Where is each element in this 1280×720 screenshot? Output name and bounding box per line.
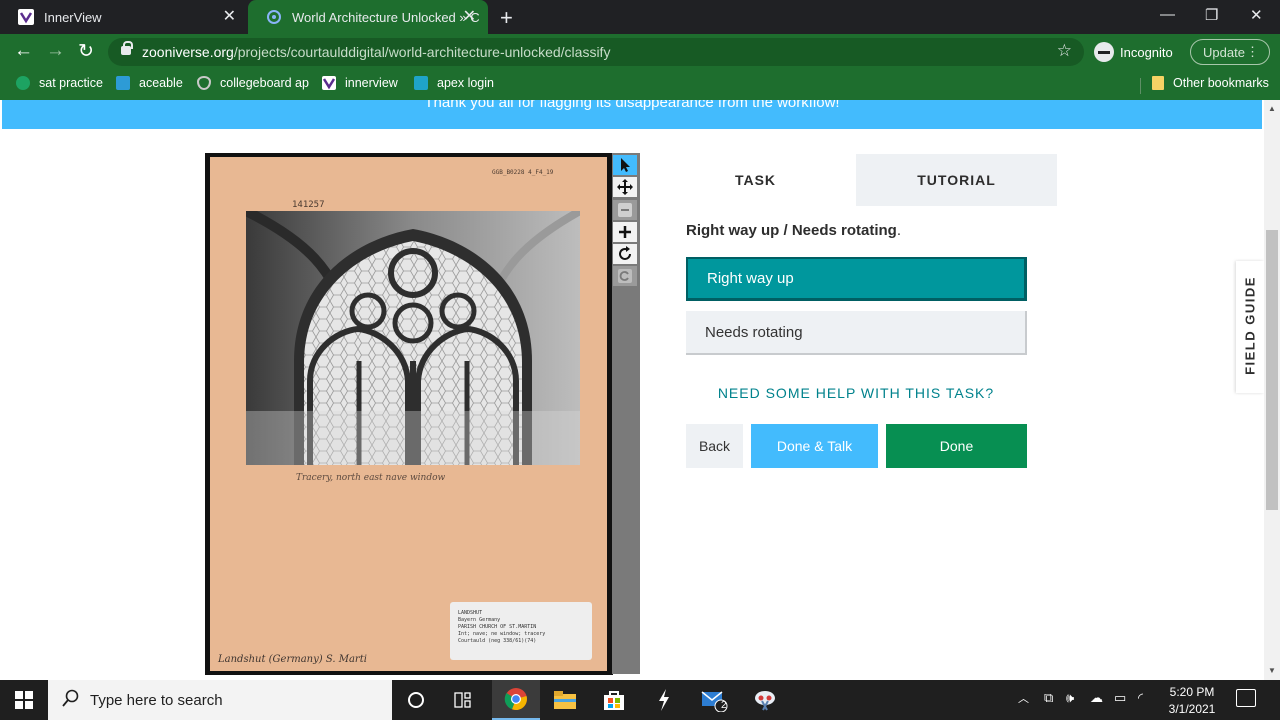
bookmark-sat-practice[interactable]: sat practice: [16, 76, 103, 90]
task-view-icon[interactable]: [440, 680, 488, 720]
winamp-lightning-icon[interactable]: [640, 680, 688, 720]
cortana-icon[interactable]: [392, 680, 440, 720]
onedrive-icon[interactable]: ☁: [1090, 690, 1103, 706]
battery-icon[interactable]: ▭: [1114, 690, 1126, 706]
wifi-icon[interactable]: ◜: [1138, 690, 1143, 706]
card-reference-number: GGB_B0228 4_F4_19: [492, 169, 554, 176]
zoom-out-icon[interactable]: [613, 200, 637, 220]
subject-image-card: GGB_B0228 4_F4_19 141257 Tracery, north …: [210, 157, 607, 671]
volume-icon[interactable]: 🕪: [1066, 690, 1074, 706]
archive-label: LANDSHUT Bayern Germany PARISH CHURCH OF…: [450, 602, 592, 660]
classifier-task-panel: TASK TUTORIAL Right way up / Needs rotat…: [655, 154, 1057, 680]
browser-tab-strip: InnerView ✕ World Architecture Unlocked …: [0, 0, 1280, 34]
tab-task[interactable]: TASK: [655, 154, 856, 206]
close-tab-icon[interactable]: ✕: [463, 8, 476, 26]
page-scrollbar[interactable]: ▲ ▼: [1264, 100, 1280, 680]
zooniverse-icon: [266, 9, 282, 25]
windows-start-icon[interactable]: [0, 680, 48, 720]
bookmark-collegeboard-ap[interactable]: collegeboard ap: [197, 76, 309, 90]
bookmark-star-icon[interactable]: ☆: [1057, 41, 1072, 61]
restore-icon[interactable]: ❐: [1205, 6, 1218, 24]
meet-now-icon[interactable]: ⧉: [1044, 690, 1053, 706]
task-tabs: TASK TUTORIAL: [655, 154, 1057, 206]
forward-arrow-icon[interactable]: →: [46, 40, 65, 62]
bookmark-aceable[interactable]: aceable: [116, 76, 183, 90]
file-explorer-icon[interactable]: [541, 680, 589, 720]
zoom-in-icon[interactable]: [613, 222, 637, 242]
bookmark-separator: [1140, 78, 1141, 94]
windows-taskbar: Type here to search 2 ︿ ⧉ 🕪 ☁ ▭ ◜ 5:20 P…: [0, 680, 1280, 720]
incognito-icon: [1094, 42, 1114, 62]
tab-world-architecture-unlocked[interactable]: World Architecture Unlocked » C ✕: [248, 0, 488, 34]
bookmark-apex-login[interactable]: apex login: [414, 76, 494, 90]
card-photo-number: 141257: [292, 200, 325, 210]
apex-icon: [414, 76, 428, 90]
update-button[interactable]: Update ⋮: [1190, 39, 1270, 65]
back-arrow-icon[interactable]: ←: [14, 40, 33, 62]
answer-right-way-up[interactable]: Right way up: [686, 257, 1027, 301]
browser-toolbar: ← → ↻ zooniverse.org/projects/courtauldd…: [0, 34, 1280, 70]
page-content: Thank you all for flagging its disappear…: [0, 100, 1280, 680]
tab-innerview[interactable]: InnerView ✕: [0, 0, 248, 34]
address-bar[interactable]: zooniverse.org/projects/courtaulddigital…: [108, 38, 1084, 66]
handwritten-location: Landshut (Germany) S. Marti: [218, 654, 367, 665]
search-icon: [62, 689, 80, 711]
menu-dots-icon: ⋮: [1246, 44, 1259, 59]
image-toolbar: [612, 153, 640, 674]
done-and-talk-button[interactable]: Done & Talk: [751, 424, 878, 468]
close-tab-icon[interactable]: ✕: [223, 8, 236, 26]
tab-title: World Architecture Unlocked » C: [292, 9, 480, 25]
back-button[interactable]: Back: [686, 424, 743, 468]
search-placeholder: Type here to search: [90, 691, 223, 709]
mail-icon[interactable]: 2: [690, 680, 738, 720]
subject-viewer[interactable]: GGB_B0228 4_F4_19 141257 Tracery, north …: [205, 153, 613, 675]
snipping-tool-icon[interactable]: [741, 680, 789, 720]
photo-caption: Tracery, north east nave window: [296, 473, 446, 483]
notification-center-icon[interactable]: [1236, 689, 1256, 707]
lock-icon: [121, 41, 133, 55]
close-window-icon[interactable]: ✕: [1250, 6, 1263, 24]
bookmarks-bar: sat practice aceable collegeboard ap inn…: [0, 70, 1280, 100]
scroll-up-icon[interactable]: ▲: [1268, 104, 1276, 113]
rotate-icon[interactable]: [613, 244, 637, 264]
show-hidden-icons[interactable]: ︿: [1018, 690, 1029, 706]
other-bookmarks[interactable]: Other bookmarks: [1152, 76, 1269, 90]
folder-icon: [1152, 76, 1164, 90]
reload-icon[interactable]: ↻: [78, 40, 94, 63]
collegeboard-icon: [197, 76, 211, 90]
announcement-banner: Thank you all for flagging its disappear…: [2, 100, 1262, 129]
field-guide-tab[interactable]: FIELD GUIDE: [1236, 261, 1264, 393]
answer-needs-rotating[interactable]: Needs rotating: [686, 311, 1027, 355]
banner-text: Thank you all for flagging its disappear…: [424, 100, 840, 111]
new-tab-button[interactable]: +: [500, 5, 513, 31]
scroll-down-icon[interactable]: ▼: [1268, 666, 1276, 675]
reset-view-icon[interactable]: [613, 266, 637, 286]
store-icon[interactable]: [590, 680, 638, 720]
sat-practice-icon: [16, 76, 30, 90]
taskbar-search-box[interactable]: Type here to search: [48, 680, 392, 720]
incognito-indicator[interactable]: Incognito: [1094, 40, 1173, 64]
move-tool-icon[interactable]: [613, 177, 637, 197]
task-question: Right way up / Needs rotating.: [686, 222, 902, 239]
aceable-icon: [116, 76, 130, 90]
url-text: zooniverse.org/projects/courtaulddigital…: [142, 44, 611, 60]
innerview-icon: [322, 76, 336, 90]
tab-tutorial[interactable]: TUTORIAL: [856, 154, 1057, 206]
pointer-tool-icon[interactable]: [613, 155, 637, 175]
scroll-thumb[interactable]: [1266, 230, 1278, 510]
tab-title: InnerView: [44, 9, 102, 25]
minimize-icon[interactable]: —: [1160, 6, 1175, 23]
innerview-icon: [18, 9, 34, 25]
taskbar-clock[interactable]: 5:20 PM 3/1/2021: [1158, 684, 1226, 718]
tracery-window-photo: [246, 211, 580, 465]
need-help-link[interactable]: NEED SOME HELP WITH THIS TASK?: [655, 385, 1057, 401]
done-button[interactable]: Done: [886, 424, 1027, 468]
chrome-icon[interactable]: [492, 680, 540, 720]
bookmark-innerview[interactable]: innerview: [322, 76, 398, 90]
mail-badge: 2: [721, 700, 727, 711]
